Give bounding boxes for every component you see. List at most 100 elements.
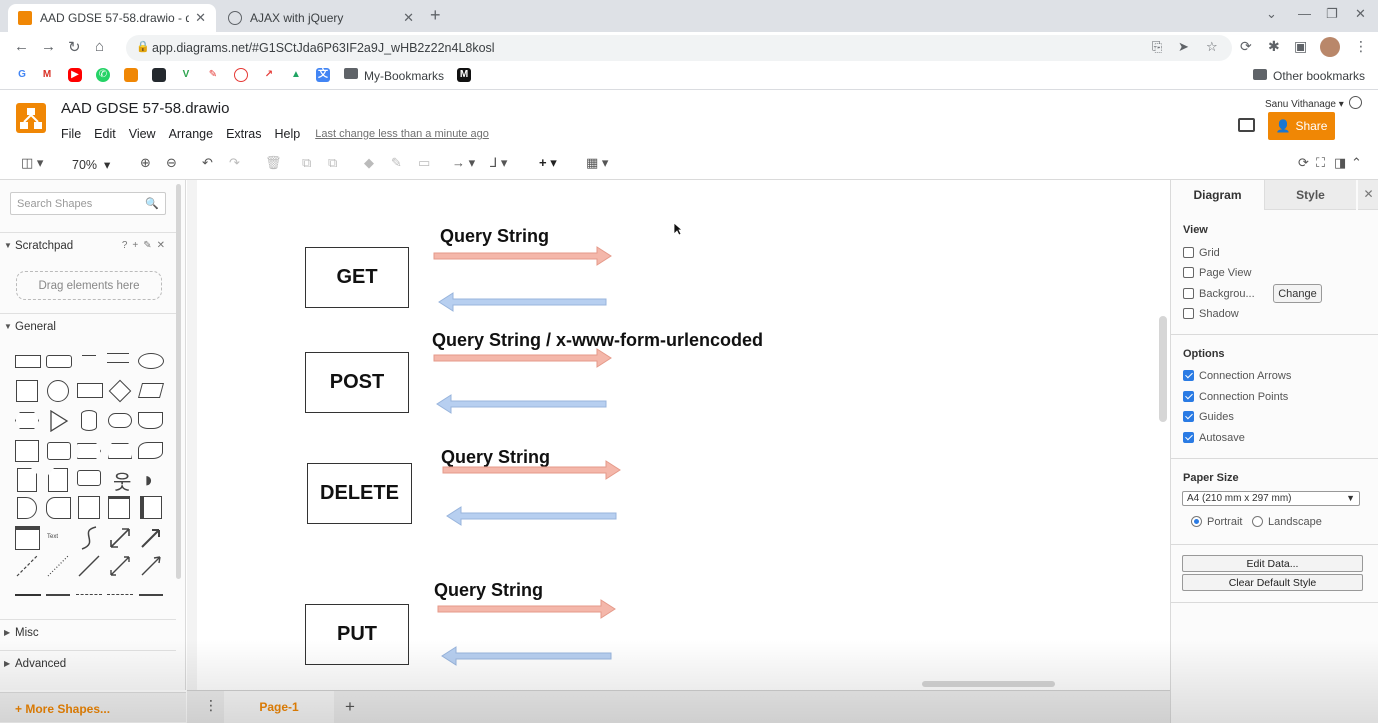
shape-arrow[interactable] xyxy=(139,526,163,555)
edit-data-button[interactable]: Edit Data... xyxy=(1182,555,1363,572)
paper-size-select[interactable]: A4 (210 mm x 297 mm) ▼ xyxy=(1182,491,1360,506)
shape-textbox[interactable] xyxy=(107,353,129,363)
delete-method-box[interactable]: DELETE xyxy=(307,463,412,524)
tab-diagram[interactable]: Diagram xyxy=(1171,180,1264,210)
install-app-icon[interactable]: ⎘ xyxy=(1152,39,1162,55)
page-view-label[interactable]: Page View xyxy=(1199,267,1251,279)
language-globe-icon[interactable] xyxy=(1349,96,1362,109)
connection-points-checkbox[interactable] xyxy=(1183,391,1194,402)
shape-circle[interactable] xyxy=(47,380,69,402)
shape-display[interactable] xyxy=(46,497,71,519)
get-method-box[interactable]: GET xyxy=(305,247,409,308)
general-header[interactable]: ▼ General xyxy=(0,313,176,341)
shape-curve[interactable] xyxy=(78,525,100,556)
request-arrow[interactable] xyxy=(436,598,618,620)
misc-header[interactable]: ▶ Misc xyxy=(0,619,176,647)
autosave-label[interactable]: Autosave xyxy=(1199,432,1245,444)
bookmark-folder-label[interactable]: My-Bookmarks xyxy=(364,69,444,83)
landscape-label[interactable]: Landscape xyxy=(1268,516,1322,528)
chart-bookmark-icon[interactable]: ↗ xyxy=(262,68,276,82)
forward-icon[interactable]: → xyxy=(41,38,56,55)
medium-icon[interactable]: M xyxy=(457,68,471,82)
shape-tape[interactable] xyxy=(138,442,163,459)
share-button[interactable]: 👤 Share xyxy=(1268,112,1335,140)
shape-or[interactable]: ◗ xyxy=(142,467,155,493)
page-view-checkbox[interactable] xyxy=(1183,267,1194,278)
shape-dashed-arrow[interactable] xyxy=(107,594,133,595)
add-page-icon[interactable]: + xyxy=(345,697,355,717)
tab-style[interactable]: Style xyxy=(1264,180,1356,210)
shape-ellipse[interactable] xyxy=(138,353,164,369)
shape-diamond[interactable] xyxy=(108,379,132,403)
connection-points-label[interactable]: Connection Points xyxy=(1199,391,1288,403)
new-tab-icon[interactable]: + xyxy=(430,5,441,26)
menu-edit[interactable]: Edit xyxy=(94,127,116,141)
scratchpad-drop-zone[interactable]: Drag elements here xyxy=(16,271,162,300)
shape-cloud[interactable] xyxy=(108,413,132,428)
shape-square[interactable] xyxy=(16,380,38,402)
shape-card[interactable] xyxy=(48,468,68,492)
line-color-icon[interactable]: ✎ xyxy=(391,155,402,171)
home-icon[interactable]: ⌂ xyxy=(95,38,104,55)
translate-icon[interactable]: 文 xyxy=(316,68,330,82)
shape-text[interactable] xyxy=(82,355,96,363)
put-method-box[interactable]: PUT xyxy=(305,604,409,665)
github-icon[interactable] xyxy=(152,68,166,82)
canvas-vertical-scrollbar[interactable] xyxy=(1159,316,1167,422)
shape-trapezoid[interactable] xyxy=(108,443,132,459)
tab-search-icon[interactable]: ⌄ xyxy=(1266,6,1277,22)
guides-label[interactable]: Guides xyxy=(1199,411,1234,423)
redo-icon[interactable]: ↷ xyxy=(229,155,240,171)
request-arrow[interactable] xyxy=(432,347,614,369)
request-arrow[interactable] xyxy=(432,245,614,267)
shape-step[interactable] xyxy=(77,443,101,459)
send-icon[interactable]: ➤ xyxy=(1178,39,1189,55)
close-panel-icon[interactable]: ✕ xyxy=(1358,180,1378,210)
google-icon[interactable]: G xyxy=(15,68,29,82)
shape-rounded-rectangle[interactable] xyxy=(46,355,72,368)
sidebar-scrollbar[interactable] xyxy=(176,184,181,579)
youtube-icon[interactable]: ▶ xyxy=(68,68,82,82)
menu-extras[interactable]: Extras xyxy=(226,127,261,141)
shape-callout[interactable] xyxy=(77,470,101,486)
insert-icon[interactable]: + ▾ xyxy=(539,155,557,171)
response-arrow[interactable] xyxy=(436,291,608,313)
shape-table[interactable] xyxy=(15,526,40,550)
format-panel-toggle-icon[interactable]: ◫ ▾ xyxy=(21,155,43,171)
shape-process[interactable] xyxy=(77,383,103,398)
shape-bidir-connector[interactable] xyxy=(108,554,132,583)
shape-list[interactable] xyxy=(140,496,162,519)
user-name[interactable]: Sanu Vithanage ▾ xyxy=(1265,99,1344,110)
shape-actor[interactable]: 웃 xyxy=(113,466,131,495)
gmail-icon[interactable]: M xyxy=(40,68,54,82)
shape-connector[interactable] xyxy=(139,554,163,583)
shadow-icon[interactable]: ▭ xyxy=(418,155,430,171)
more-shapes-button[interactable]: + More Shapes... xyxy=(0,692,186,722)
omnibox[interactable]: 🔒 app.diagrams.net/#G1SCtJda6P63IF2a9J_w… xyxy=(126,35,1232,61)
shape-link[interactable] xyxy=(15,594,41,596)
get-arrow-label[interactable]: Query String xyxy=(440,226,549,247)
v-bookmark-icon[interactable]: V xyxy=(179,68,193,82)
waypoints-icon[interactable]: ⅃ ▾ xyxy=(490,155,507,171)
drive-icon[interactable]: ▲ xyxy=(289,68,303,82)
connection-arrows-label[interactable]: Connection Arrows xyxy=(1199,370,1291,382)
shape-delay[interactable] xyxy=(17,497,37,519)
drawio-bookmark-icon[interactable] xyxy=(124,68,138,82)
shape-dashed-line[interactable] xyxy=(15,554,39,583)
shape-line[interactable] xyxy=(77,554,101,583)
close-window-icon[interactable]: ✕ xyxy=(1355,6,1366,22)
rocket-icon[interactable]: ✎ xyxy=(206,68,220,82)
guides-checkbox[interactable] xyxy=(1183,411,1194,422)
response-arrow[interactable] xyxy=(444,505,618,527)
autosave-checkbox[interactable] xyxy=(1183,432,1194,443)
portrait-radio[interactable] xyxy=(1191,516,1202,527)
shape-rectangle[interactable] xyxy=(15,355,41,368)
post-method-box[interactable]: POST xyxy=(305,352,409,413)
sync-icon[interactable]: ⟳ xyxy=(1298,155,1309,171)
tab-ajax[interactable]: AJAX with jQuery ✕ xyxy=(218,4,424,32)
shape-triangle[interactable] xyxy=(49,409,69,437)
response-arrow[interactable] xyxy=(434,393,608,415)
menu-view[interactable]: View xyxy=(129,127,156,141)
request-arrow[interactable] xyxy=(441,459,623,481)
menu-dots-icon[interactable]: ⋮ xyxy=(1354,38,1368,55)
